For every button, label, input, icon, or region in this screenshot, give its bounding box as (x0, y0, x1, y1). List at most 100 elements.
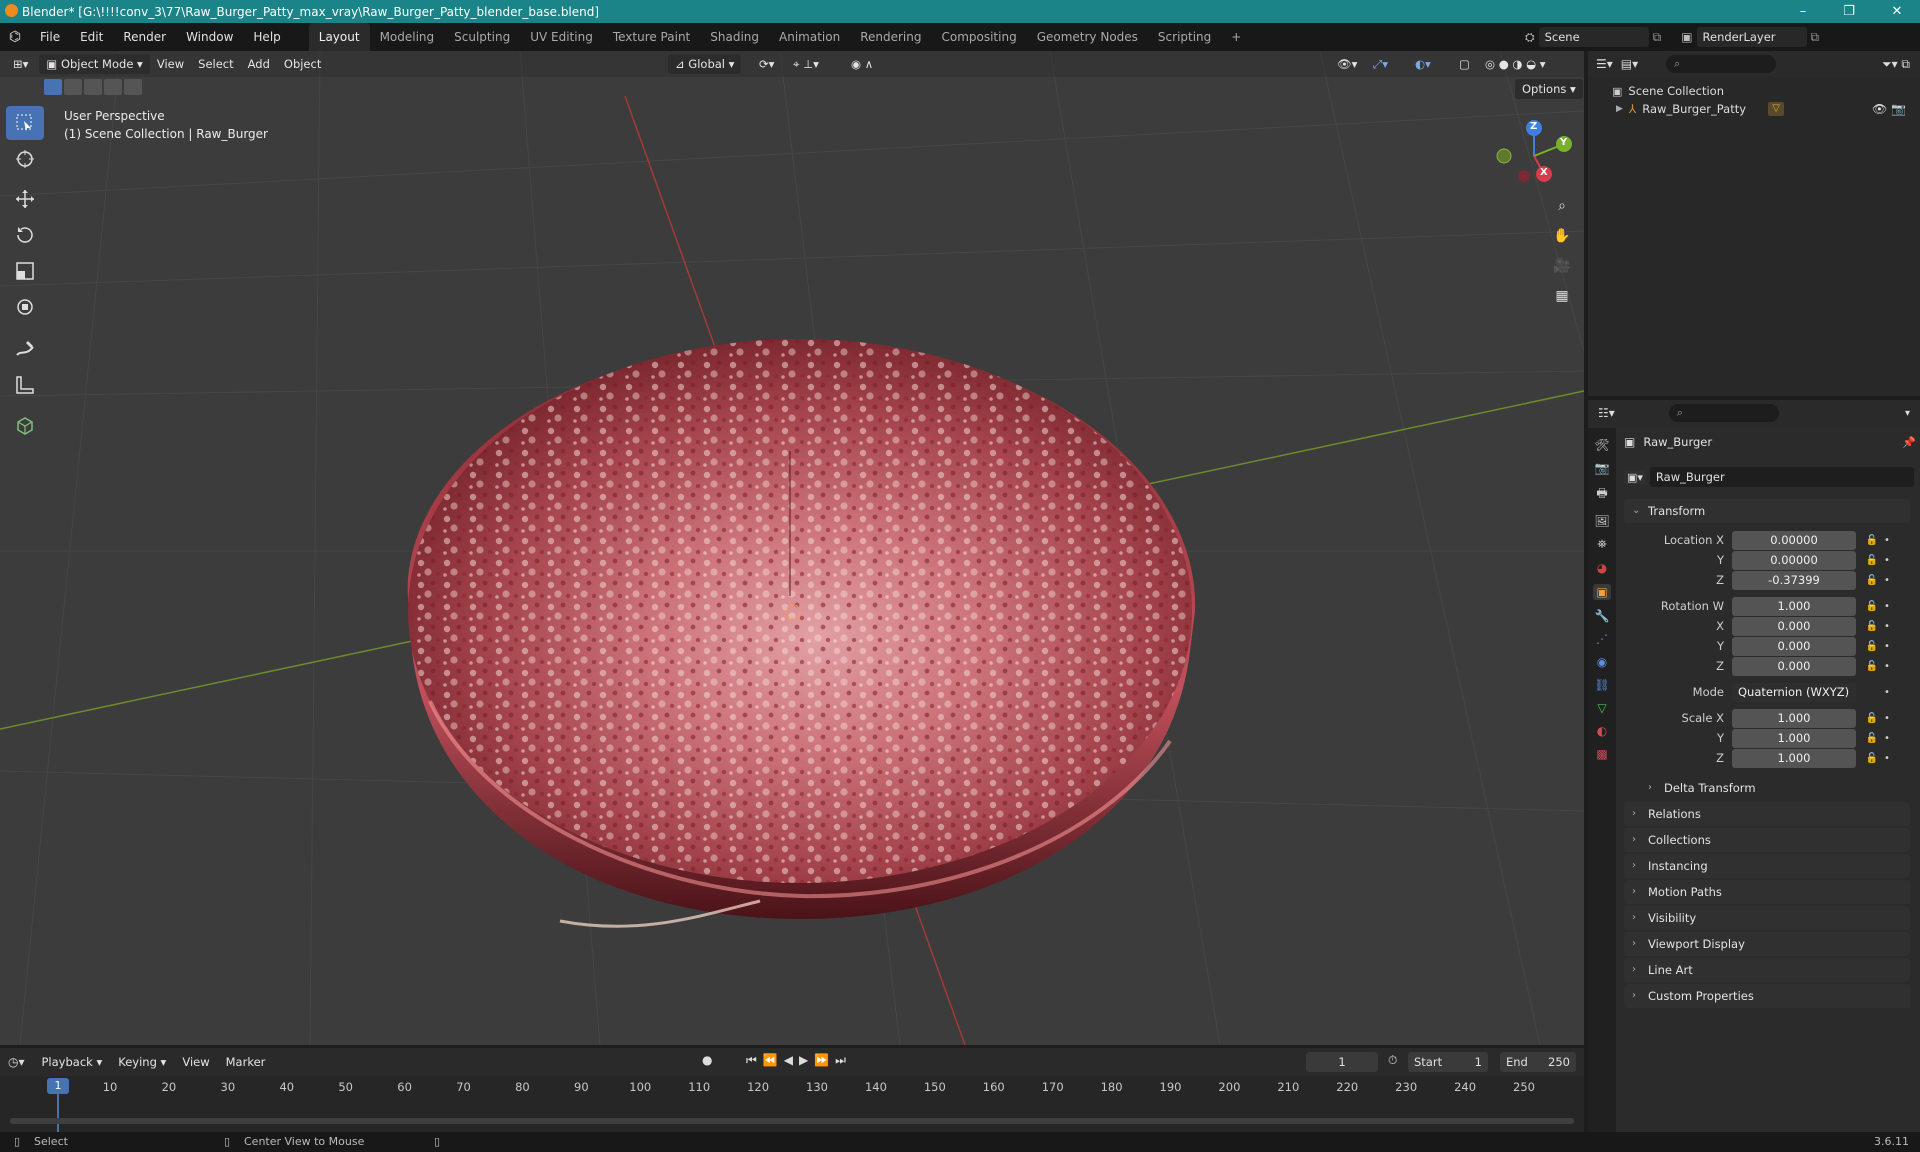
select-subtract-icon[interactable] (84, 79, 102, 95)
tab-scripting[interactable]: Scripting (1148, 23, 1221, 51)
blender-menu-icon[interactable]: ⌬ (0, 29, 30, 45)
select-extend-icon[interactable] (64, 79, 82, 95)
keyframe-dot-icon[interactable]: • (1882, 641, 1892, 652)
xray-icon[interactable]: ▢ (1452, 54, 1477, 74)
outliner-editor-icon[interactable]: ☰▾ (1596, 57, 1613, 71)
lock-icon[interactable]: 🔓 (1862, 733, 1882, 744)
gizmo-toggle-icon[interactable]: ⤢▾ (1366, 54, 1395, 74)
object-name-field[interactable]: Raw_Burger (1649, 467, 1914, 487)
lock-icon[interactable]: 🔓 (1862, 713, 1882, 724)
maximize-button[interactable]: ❐ (1826, 0, 1872, 23)
keyframe-dot-icon[interactable]: • (1882, 687, 1892, 698)
tool-select-box[interactable] (6, 106, 44, 140)
rotation-x-field[interactable]: 0.000 (1732, 616, 1856, 636)
rotation-z-field[interactable]: 0.000 (1732, 656, 1856, 676)
keyframe-dot-icon[interactable]: • (1882, 535, 1892, 546)
tool-scale[interactable] (6, 254, 44, 288)
navigation-gizmo[interactable]: Z Y X (1490, 116, 1574, 200)
timeline-track[interactable]: 10 20 30 40 50 60 70 80 90 100 110 120 130 140 150 160 1… (0, 1076, 1584, 1132)
tool-move[interactable] (6, 182, 44, 216)
close-button[interactable]: ✕ (1874, 0, 1920, 23)
panel-relations[interactable]: › Relations (1624, 802, 1910, 826)
rotation-w-field[interactable]: 1.000 (1732, 596, 1856, 616)
menu-render[interactable]: Render (113, 23, 176, 51)
keyframe-dot-icon[interactable]: • (1882, 753, 1892, 764)
tab-texture-paint[interactable]: Texture Paint (603, 23, 700, 51)
hide-eye-icon[interactable]: 👁 📷 (1872, 102, 1906, 116)
tool-rotate[interactable] (6, 218, 44, 252)
tab-modeling[interactable]: Modeling (370, 23, 445, 51)
delta-transform-header[interactable]: › Delta Transform (1640, 776, 1910, 800)
keyframe-dot-icon[interactable]: • (1882, 621, 1892, 632)
shading-modes-icon[interactable]: ◎ ● ◑ ◒ ▾ (1478, 54, 1553, 74)
panel-viewport-display[interactable]: › Viewport Display (1624, 932, 1910, 956)
lock-icon[interactable]: 🔓 (1862, 575, 1882, 586)
tab-layout[interactable]: Layout (308, 23, 370, 51)
snap-icon[interactable]: ⌖ ⊥▾ (786, 54, 826, 74)
viewport-menu-select[interactable]: Select (191, 54, 240, 74)
menu-window[interactable]: Window (176, 23, 243, 51)
menu-help[interactable]: Help (243, 23, 290, 51)
view-layer-tab-icon[interactable]: 🖼 (1594, 514, 1609, 528)
minimize-button[interactable]: – (1780, 0, 1826, 23)
tool-cursor[interactable] (6, 142, 44, 176)
lock-icon[interactable]: 🔓 (1862, 601, 1882, 612)
scene-tab-icon[interactable]: ⛯ (1597, 537, 1607, 552)
location-y-field[interactable]: 0.00000 (1732, 550, 1856, 570)
filter-icon[interactable]: ⏷▾ ⧉ (1882, 57, 1910, 72)
end-frame-field[interactable]: End 250 (1500, 1052, 1576, 1072)
viewport-menu-object[interactable]: Object (277, 54, 328, 74)
rotation-mode-dropdown[interactable]: Quaternion (WXYZ) ⌄ (1732, 682, 1856, 718)
timeline-playback-menu[interactable]: Playback ▾ (35, 1052, 110, 1072)
lock-icon[interactable]: 🔓 (1862, 621, 1882, 632)
rotation-y-field[interactable]: 0.000 (1732, 636, 1856, 656)
new-layer-icon[interactable]: ⧉ (1811, 30, 1820, 45)
timeline-view-menu[interactable]: View (175, 1052, 216, 1072)
3d-viewport[interactable] (0, 51, 1584, 1045)
location-z-field[interactable]: -0.37399 (1732, 570, 1856, 590)
panel-custom-properties[interactable]: › Custom Properties (1624, 984, 1910, 1008)
tab-animation[interactable]: Animation (769, 23, 850, 51)
world-tab-icon[interactable]: ◕ (1597, 561, 1607, 575)
render-layer-field[interactable]: RenderLayer (1696, 27, 1807, 47)
transform-orientation-dropdown[interactable]: ⊿ Global ▾ (668, 54, 742, 74)
tab-shading[interactable]: Shading (700, 23, 769, 51)
output-tab-icon[interactable]: 🖶 (1596, 484, 1607, 505)
outliner-search-input[interactable]: ⌕ (1666, 55, 1777, 73)
overlay-toggle-icon[interactable]: ◐▾ (1408, 54, 1438, 74)
scale-x-field[interactable]: 1.000 (1732, 708, 1856, 728)
scene-collection-row[interactable]: ▣ Scene Collection (1612, 84, 1724, 98)
pan-hand-icon[interactable]: ✋ (1548, 222, 1576, 250)
current-frame-field[interactable]: 1 (1306, 1052, 1378, 1072)
panel-line-art[interactable]: › Line Art (1624, 958, 1910, 982)
object-datablock-icon[interactable]: ▣▾ (1624, 470, 1646, 484)
camera-icon[interactable]: 🎥 (1548, 252, 1576, 280)
tool-transform[interactable] (6, 290, 44, 324)
object-tab-icon[interactable]: ▣ (1593, 584, 1611, 600)
lock-icon[interactable]: 🔓 (1862, 753, 1882, 764)
constraints-tab-icon[interactable]: ⛓ (1594, 678, 1609, 692)
tool-add-cube[interactable] (6, 408, 44, 442)
data-tab-icon[interactable]: ▽ (1597, 701, 1606, 715)
zoom-icon[interactable]: ⌕ (1548, 192, 1576, 220)
lock-icon[interactable]: 🔓 (1862, 555, 1882, 566)
scale-z-field[interactable]: 1.000 (1732, 748, 1856, 768)
select-invert-icon[interactable] (104, 79, 122, 95)
panel-collections[interactable]: › Collections (1624, 828, 1910, 852)
timeline-editor-icon[interactable]: ◷▾ (8, 1055, 33, 1069)
tab-compositing[interactable]: Compositing (931, 23, 1026, 51)
playhead-frame-indicator[interactable]: 1 (47, 1078, 69, 1094)
keyframe-dot-icon[interactable]: • (1882, 661, 1892, 672)
expand-arrow-icon[interactable]: ▶ (1616, 104, 1623, 114)
visibility-icon[interactable]: 👁▾ (1330, 54, 1364, 74)
timeline-keying-menu[interactable]: Keying ▾ (111, 1052, 173, 1072)
lock-icon[interactable]: 🔓 (1862, 535, 1882, 546)
options-dropdown[interactable]: Options ▾ (1515, 79, 1583, 99)
menu-file[interactable]: File (30, 23, 70, 51)
record-icon[interactable]: ● (702, 1053, 712, 1067)
tab-sculpting[interactable]: Sculpting (444, 23, 520, 51)
keyframe-dot-icon[interactable]: • (1882, 601, 1892, 612)
modifier-tab-icon[interactable]: 🔧 (1595, 609, 1610, 623)
transform-panel-header[interactable]: ⌄ Transform (1624, 499, 1910, 523)
viewport-menu-add[interactable]: Add (241, 54, 277, 74)
